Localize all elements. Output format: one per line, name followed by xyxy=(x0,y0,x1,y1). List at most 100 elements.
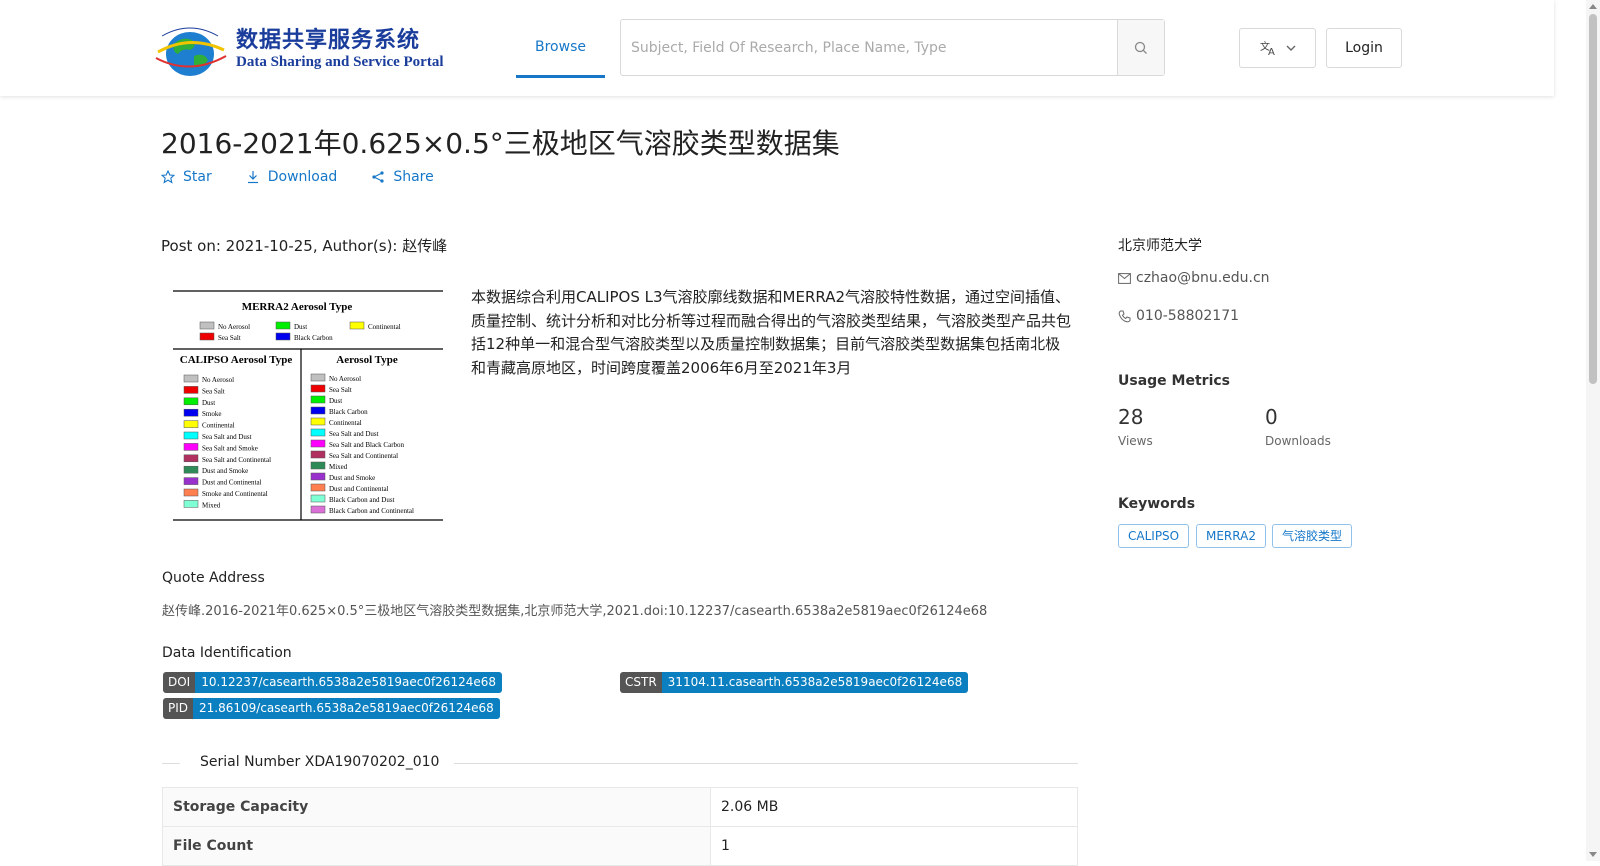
legend-swatch xyxy=(275,321,291,330)
organization-name: 北京师范大学 xyxy=(1118,238,1202,254)
legend-swatch xyxy=(183,374,199,383)
post-info: Post on: 2021-10-25, Author(s): 赵传峰 xyxy=(161,235,447,256)
legend-label: Sea Salt and Continental xyxy=(202,456,271,464)
nav-browse-tab[interactable]: Browse xyxy=(516,0,605,78)
legend-label: Sea Salt and Black Carbon xyxy=(329,441,405,449)
table-value: 2.06 MB xyxy=(710,787,1078,827)
legend-swatch xyxy=(310,472,326,481)
legend-swatch xyxy=(310,406,326,415)
legend-swatch xyxy=(183,488,199,497)
legend-swatch xyxy=(183,386,199,394)
legend-label: No Aerosol xyxy=(329,375,361,383)
legend-label: Mixed xyxy=(202,501,221,509)
quote-heading: Quote Address xyxy=(162,570,265,586)
download-button[interactable]: Download xyxy=(246,169,337,185)
dataset-title: 2016-2021年0.625×0.5°三极地区气溶胶类型数据集 xyxy=(161,127,840,160)
downloads-count: 0 xyxy=(1265,405,1278,429)
doi-value: 10.12237/casearth.6538a2e5819aec0f26124e… xyxy=(195,672,503,693)
legend-label: Sea Salt and Dust xyxy=(329,430,379,438)
top-navigation-bar: 数据共享服务系统 Data Sharing and Service Portal… xyxy=(0,0,1554,96)
legend-label: Dust and Smoke xyxy=(329,474,375,482)
pid-value: 21.86109/casearth.6538a2e5819aec0f26124e… xyxy=(193,698,500,719)
keyword-tag[interactable]: CALIPSO xyxy=(1118,524,1190,548)
legend-swatch xyxy=(199,321,215,330)
legend-swatch xyxy=(183,465,199,474)
legend-swatch xyxy=(310,395,326,404)
dataset-actions: Star Download Share xyxy=(161,169,434,185)
keywords-heading: Keywords xyxy=(1118,496,1196,512)
table-row: File Count 1 xyxy=(162,826,1078,866)
legend-swatch xyxy=(310,428,326,437)
translate-icon: 文 A xyxy=(1260,40,1275,56)
phone-text: 010-58802171 xyxy=(1136,308,1240,324)
search-box xyxy=(620,19,1165,76)
views-label: Views xyxy=(1118,434,1153,448)
pid-badge[interactable]: PID 21.86109/casearth.6538a2e5819aec0f26… xyxy=(163,698,500,719)
legend-label: Black Carbon xyxy=(329,408,368,416)
legend-swatch xyxy=(310,450,326,459)
chevron-down-icon xyxy=(1286,45,1295,51)
serial-number-divider: Serial Number XDA19070202_010 xyxy=(162,754,1078,774)
divider-line-left xyxy=(162,763,180,764)
post-date: 2021-10-25 xyxy=(225,237,313,255)
portal-logo[interactable]: 数据共享服务系统 Data Sharing and Service Portal xyxy=(152,18,444,78)
logo-english-title: Data Sharing and Service Portal xyxy=(236,54,444,70)
keyword-tag[interactable]: 气溶胶类型 xyxy=(1272,524,1353,548)
search-button[interactable] xyxy=(1117,20,1164,75)
scroll-down-icon[interactable] xyxy=(1589,852,1597,857)
legend-label: Continental xyxy=(202,422,235,430)
table-row: Storage Capacity 2.06 MB xyxy=(162,787,1078,827)
table-key: File Count xyxy=(162,826,711,866)
mail-icon xyxy=(1118,272,1131,284)
scrollbar-thumb[interactable] xyxy=(1589,14,1597,384)
legend-swatch xyxy=(349,321,365,330)
author-label: , Author(s): xyxy=(312,237,403,255)
legend-label: Sea Salt xyxy=(218,334,241,342)
doi-badge[interactable]: DOI 10.12237/casearth.6538a2e5819aec0f26… xyxy=(163,672,503,693)
search-input[interactable] xyxy=(621,20,1117,75)
email-text: czhao@bnu.edu.cn xyxy=(1136,270,1270,286)
legend-label: Mixed xyxy=(329,463,348,471)
page-scrollbar[interactable] xyxy=(1586,0,1600,861)
legend-label: Smoke xyxy=(202,410,221,418)
legend-label: Sea Salt and Smoke xyxy=(202,444,258,452)
language-switch-button[interactable]: 文 A xyxy=(1239,28,1316,68)
legend-label: Black Carbon xyxy=(294,334,333,342)
legend-swatch xyxy=(183,443,199,451)
legend-swatch xyxy=(310,439,326,448)
views-count: 28 xyxy=(1118,405,1144,429)
keyword-tag[interactable]: MERRA2 xyxy=(1196,524,1266,548)
legend-swatch xyxy=(310,483,326,492)
scroll-up-icon[interactable] xyxy=(1589,4,1597,9)
contact-phone: 010-58802171 xyxy=(1118,308,1239,324)
legend-swatch xyxy=(310,373,326,382)
legend-label: Dust xyxy=(329,397,342,405)
cstr-badge[interactable]: CSTR 31104.11.casearth.6538a2e5819aec0f2… xyxy=(620,672,969,693)
serial-number: Serial Number XDA19070202_010 xyxy=(200,754,440,770)
legend-swatch xyxy=(183,500,199,508)
star-label: Star xyxy=(183,169,212,185)
legend-label: Dust and Continental xyxy=(202,479,262,487)
legend-label: Dust and Smoke xyxy=(202,467,248,475)
star-button[interactable]: Star xyxy=(161,169,212,185)
legend-label: Sea Salt xyxy=(202,387,225,395)
login-button[interactable]: Login xyxy=(1326,28,1402,68)
share-button[interactable]: Share xyxy=(371,169,434,185)
legend-label: Sea Salt and Continental xyxy=(329,452,398,460)
dataset-description: 本数据综合利用CALIPOS L3气溶胶廓线数据和MERRA2气溶胶特性数据，通… xyxy=(471,288,1072,377)
table-key: Storage Capacity xyxy=(162,787,711,827)
legend-label: Continental xyxy=(368,323,401,331)
legend-label: No Aerosol xyxy=(202,376,234,384)
legend-swatch xyxy=(183,420,199,428)
downloads-label: Downloads xyxy=(1265,434,1331,448)
pid-key: PID xyxy=(163,698,194,719)
author-name[interactable]: 赵传峰 xyxy=(402,237,447,255)
contact-email[interactable]: czhao@bnu.edu.cn xyxy=(1118,270,1270,286)
cstr-key: CSTR xyxy=(620,672,662,693)
quote-text: 赵传峰.2016-2021年0.625×0.5°三极地区气溶胶类型数据集,北京师… xyxy=(162,604,988,619)
star-icon xyxy=(161,170,175,184)
identification-heading: Data Identification xyxy=(162,645,292,661)
legend-swatch xyxy=(183,397,199,406)
svg-text:A: A xyxy=(1268,47,1275,56)
aerosol-type-legend-figure: MERRA2 Aerosol Type No Aerosol Dust Contin… xyxy=(173,290,443,521)
